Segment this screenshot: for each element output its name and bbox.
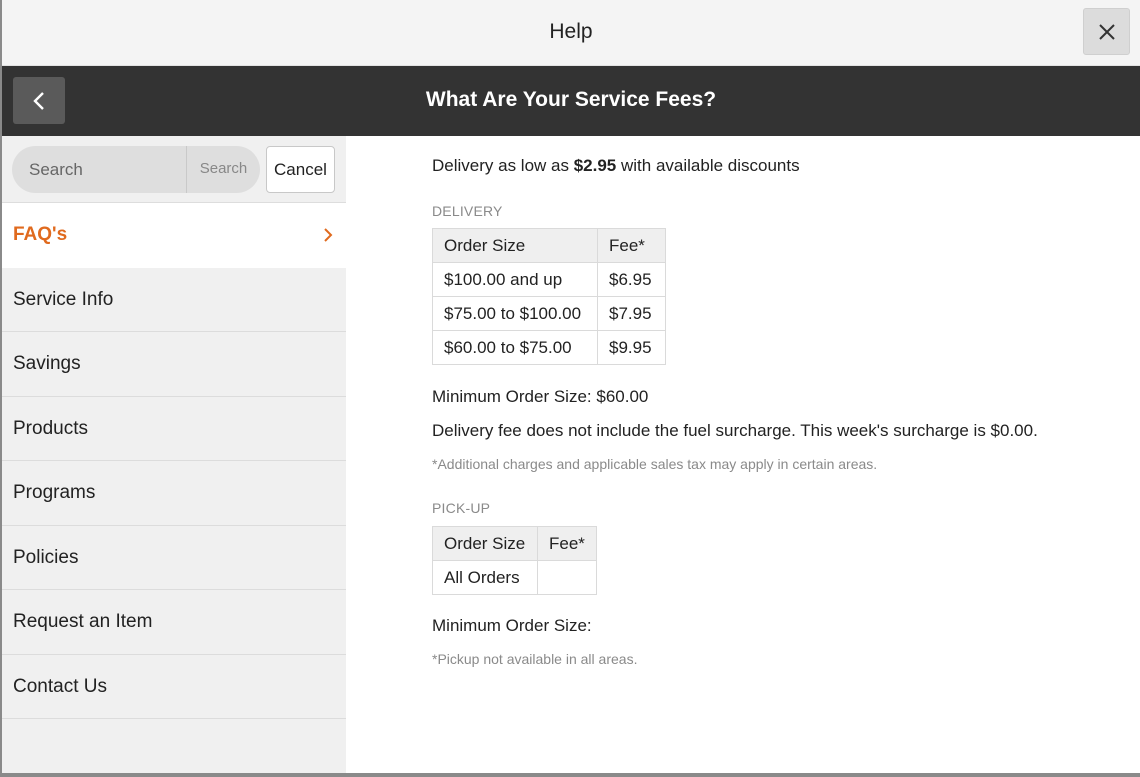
search-button[interactable]: Search xyxy=(186,146,260,193)
order-size-cell: All Orders xyxy=(432,560,538,595)
delivery-section-label: DELIVERY xyxy=(432,203,503,219)
article-title: What Are Your Service Fees? xyxy=(425,88,717,111)
pickup-fee-table: Order Size Fee* All Orders xyxy=(432,526,597,595)
help-sidebar: Search Cancel FAQ's Service Info Savings… xyxy=(2,136,346,773)
search-row: Search Cancel xyxy=(2,136,346,203)
order-size-cell: $60.00 to $75.00 xyxy=(432,330,598,365)
cancel-button[interactable]: Cancel xyxy=(266,146,335,193)
delivery-minimum-order: Minimum Order Size: $60.00 xyxy=(432,387,649,406)
delivery-footnote: *Additional charges and applicable sales… xyxy=(432,456,878,472)
table-row: $75.00 to $100.00 $7.95 xyxy=(432,296,666,331)
sidebar-item-label: FAQ's xyxy=(13,224,68,245)
table-row: $100.00 and up $6.95 xyxy=(432,262,666,297)
modal-title-bar: Help xyxy=(2,0,1140,66)
sidebar-item-label: Contact Us xyxy=(13,675,107,697)
sidebar-item-label: Request an Item xyxy=(13,611,153,632)
sidebar-nav: FAQ's Service Info Savings Products Prog… xyxy=(2,203,346,719)
search-box: Search xyxy=(12,146,260,193)
table-row: $60.00 to $75.00 $9.95 xyxy=(432,330,666,365)
sidebar-item-label: Products xyxy=(13,417,88,439)
column-header-fee: Fee* xyxy=(597,228,666,263)
sidebar-item-contact-us[interactable]: Contact Us xyxy=(2,655,346,719)
sidebar-item-label: Policies xyxy=(13,546,79,568)
fee-cell: $6.95 xyxy=(597,262,666,297)
pickup-section-label: PICK-UP xyxy=(432,500,491,516)
fee-cell: $7.95 xyxy=(597,296,666,331)
lead-suffix: with available discounts xyxy=(616,156,800,175)
chevron-right-icon xyxy=(324,228,333,242)
sidebar-item-label: Savings xyxy=(13,353,81,374)
help-modal: Help What Are Your Service Fees? Search … xyxy=(2,0,1140,773)
sidebar-item-policies[interactable]: Policies xyxy=(2,526,346,590)
lead-amount: $2.95 xyxy=(573,156,617,175)
sidebar-item-programs[interactable]: Programs xyxy=(2,461,346,526)
order-size-cell: $100.00 and up xyxy=(432,262,598,297)
table-header-row: Order Size Fee* xyxy=(432,228,666,263)
sidebar-item-label: Programs xyxy=(13,482,96,503)
table-row: All Orders xyxy=(432,560,597,595)
lead-prefix: Delivery as low as xyxy=(432,156,574,175)
close-icon xyxy=(1099,24,1115,40)
fuel-surcharge-text: Delivery fee does not include the fuel s… xyxy=(432,421,1038,440)
delivery-fee-table: Order Size Fee* $100.00 and up $6.95 $75… xyxy=(432,228,666,365)
order-size-cell: $75.00 to $100.00 xyxy=(432,296,598,331)
article-header: What Are Your Service Fees? xyxy=(2,66,1140,136)
column-header-order-size: Order Size xyxy=(432,526,538,561)
column-header-fee: Fee* xyxy=(537,526,597,561)
fee-cell xyxy=(537,560,597,595)
sidebar-item-request-an-item[interactable]: Request an Item xyxy=(2,590,346,655)
search-input[interactable] xyxy=(12,146,186,193)
sidebar-item-service-info[interactable]: Service Info xyxy=(2,268,346,332)
close-button[interactable] xyxy=(1083,8,1130,55)
lead-text: Delivery as low as $2.95 with available … xyxy=(432,156,800,176)
column-header-order-size: Order Size xyxy=(432,228,598,263)
sidebar-item-savings[interactable]: Savings xyxy=(2,332,346,397)
sidebar-item-label: Service Info xyxy=(13,288,114,310)
modal-title: Help xyxy=(549,20,593,43)
pickup-footnote: *Pickup not available in all areas. xyxy=(432,651,638,667)
fee-cell: $9.95 xyxy=(597,330,666,365)
sidebar-item-faqs[interactable]: FAQ's xyxy=(2,203,346,268)
pickup-minimum-order: Minimum Order Size: xyxy=(432,616,592,635)
sidebar-item-products[interactable]: Products xyxy=(2,397,346,461)
table-header-row: Order Size Fee* xyxy=(432,526,597,561)
